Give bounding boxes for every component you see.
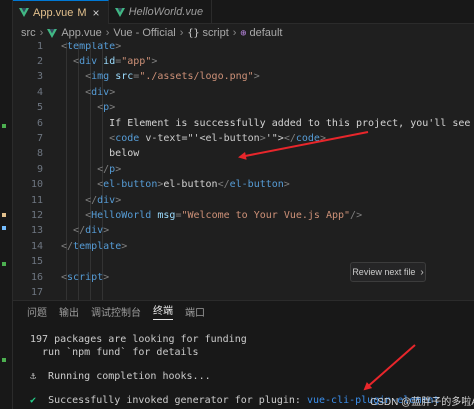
review-button-label: Review next file bbox=[352, 267, 416, 277]
line-number: 7 bbox=[36, 132, 43, 144]
code-text: <script> bbox=[61, 271, 110, 283]
tab-ports[interactable]: 端口 bbox=[185, 304, 205, 319]
line-number: 1 bbox=[36, 42, 43, 52]
breadcrumb-item[interactable]: src bbox=[21, 27, 36, 39]
added-indicator-icon bbox=[2, 358, 6, 362]
line-number: 14 bbox=[30, 240, 43, 252]
terminal-line: ⚓ Running completion hooks... bbox=[30, 371, 211, 382]
terminal-line: 197 packages are looking for funding bbox=[30, 334, 247, 345]
breadcrumb: src › App.vue › Vue - Official › {} scri… bbox=[13, 24, 474, 42]
tab-problems[interactable]: 问题 bbox=[27, 304, 47, 319]
modified-indicator-icon bbox=[2, 213, 6, 217]
line-number: 13 bbox=[30, 225, 43, 237]
vue-icon bbox=[114, 7, 125, 17]
chevron-right-icon: › bbox=[105, 27, 110, 39]
line-number: 12 bbox=[30, 209, 43, 221]
code-line[interactable]: 13 </div> bbox=[13, 223, 474, 238]
code-line[interactable]: 1 <template> bbox=[13, 42, 474, 54]
code-text: <p> bbox=[97, 102, 116, 114]
braces-icon: {} bbox=[187, 27, 200, 39]
line-number: 11 bbox=[30, 194, 43, 206]
code-text: <template> bbox=[61, 42, 122, 52]
line-number: 6 bbox=[36, 117, 43, 129]
tab-label: HelloWorld.vue bbox=[128, 6, 204, 18]
code-text: <HelloWorld msg="Welcome to Your Vue.js … bbox=[85, 209, 363, 221]
modified-badge: M bbox=[77, 6, 87, 19]
code-text: </div> bbox=[73, 225, 110, 237]
breadcrumb-item[interactable]: script bbox=[202, 27, 228, 39]
activity-bar bbox=[0, 0, 13, 409]
code-line[interactable]: 4 <div> bbox=[13, 85, 474, 100]
code-text: <div id="app"> bbox=[73, 55, 158, 67]
code-text: If Element is successfully added to this… bbox=[61, 117, 474, 129]
tab-helloworld-vue[interactable]: HelloWorld.vue bbox=[109, 0, 213, 24]
tab-app-vue[interactable]: App.vue M × bbox=[13, 0, 109, 24]
chevron-right-icon: › bbox=[39, 27, 44, 39]
tab-terminal[interactable]: 终端 bbox=[153, 302, 173, 320]
editor-tab-bar: App.vue M × HelloWorld.vue bbox=[13, 0, 474, 24]
code-text: <el-button>el-button</el-button> bbox=[97, 179, 290, 191]
added-indicator-icon bbox=[2, 262, 6, 266]
line-number: 4 bbox=[36, 86, 43, 98]
line-number: 5 bbox=[36, 102, 43, 114]
vue-icon bbox=[19, 8, 29, 17]
tab-output[interactable]: 输出 bbox=[59, 304, 79, 319]
breadcrumb-item[interactable]: default bbox=[249, 27, 282, 39]
code-line[interactable]: 12 <HelloWorld msg="Welcome to Your Vue.… bbox=[13, 208, 474, 223]
terminal-line: run `npm fund` for details bbox=[30, 347, 199, 358]
info-indicator-icon bbox=[2, 226, 6, 230]
line-number: 16 bbox=[30, 271, 43, 283]
code-line[interactable]: 9 </p> bbox=[13, 162, 474, 177]
line-number: 3 bbox=[36, 71, 43, 83]
breadcrumb-item[interactable]: Vue - Official bbox=[113, 27, 175, 39]
chevron-right-icon: › bbox=[179, 27, 184, 39]
chevron-right-icon: › bbox=[232, 27, 237, 39]
code-line[interactable]: 6 If Element is successfully added to th… bbox=[13, 116, 474, 131]
code-text: <img src="./assets/logo.png"> bbox=[85, 71, 260, 83]
watermark: CSDN @蓝胖子的多啦A梦 bbox=[370, 397, 474, 408]
tab-debug-console[interactable]: 调试控制台 bbox=[91, 304, 141, 319]
tab-label: App.vue bbox=[33, 6, 74, 19]
code-line[interactable]: 8 below bbox=[13, 146, 474, 161]
line-number: 9 bbox=[36, 163, 43, 175]
success-message: Successfully invoked generator for plugi… bbox=[36, 395, 307, 406]
code-text: </p> bbox=[97, 163, 122, 175]
code-text: below bbox=[61, 148, 140, 160]
line-number: 10 bbox=[30, 179, 43, 191]
line-number: 8 bbox=[36, 148, 43, 160]
chevron-right-icon: › bbox=[420, 266, 424, 278]
code-text: <div> bbox=[85, 86, 116, 98]
panel-tab-bar: 问题 输出 调试控制台 终端 端口 bbox=[13, 301, 474, 321]
code-text: </div> bbox=[85, 194, 122, 206]
code-line[interactable]: 14 </template> bbox=[13, 239, 474, 254]
code-line[interactable]: 10 <el-button>el-button</el-button> bbox=[13, 177, 474, 192]
code-line[interactable]: 2 <div id="app"> bbox=[13, 54, 474, 69]
scm-indicator-icon bbox=[2, 124, 6, 128]
code-line[interactable]: 5 <p> bbox=[13, 100, 474, 115]
module-icon: ⊕ bbox=[240, 27, 247, 39]
code-line[interactable]: 11 </div> bbox=[13, 193, 474, 208]
review-next-file-button[interactable]: Review next file › bbox=[350, 262, 426, 282]
code-line[interactable]: 17 bbox=[13, 285, 474, 300]
line-number: 17 bbox=[30, 286, 43, 298]
code-line[interactable]: 7 <code v-text="'<el-button>'"></code> bbox=[13, 131, 474, 146]
code-text: <code v-text="'<el-button>'"></code> bbox=[109, 132, 326, 144]
code-text: </template> bbox=[61, 240, 128, 252]
line-number: 2 bbox=[36, 55, 43, 67]
code-line[interactable]: 3 <img src="./assets/logo.png"> bbox=[13, 69, 474, 84]
vue-icon bbox=[47, 28, 58, 38]
breadcrumb-item[interactable]: App.vue bbox=[61, 27, 101, 39]
line-number: 15 bbox=[30, 256, 43, 268]
close-icon[interactable]: × bbox=[93, 6, 100, 20]
